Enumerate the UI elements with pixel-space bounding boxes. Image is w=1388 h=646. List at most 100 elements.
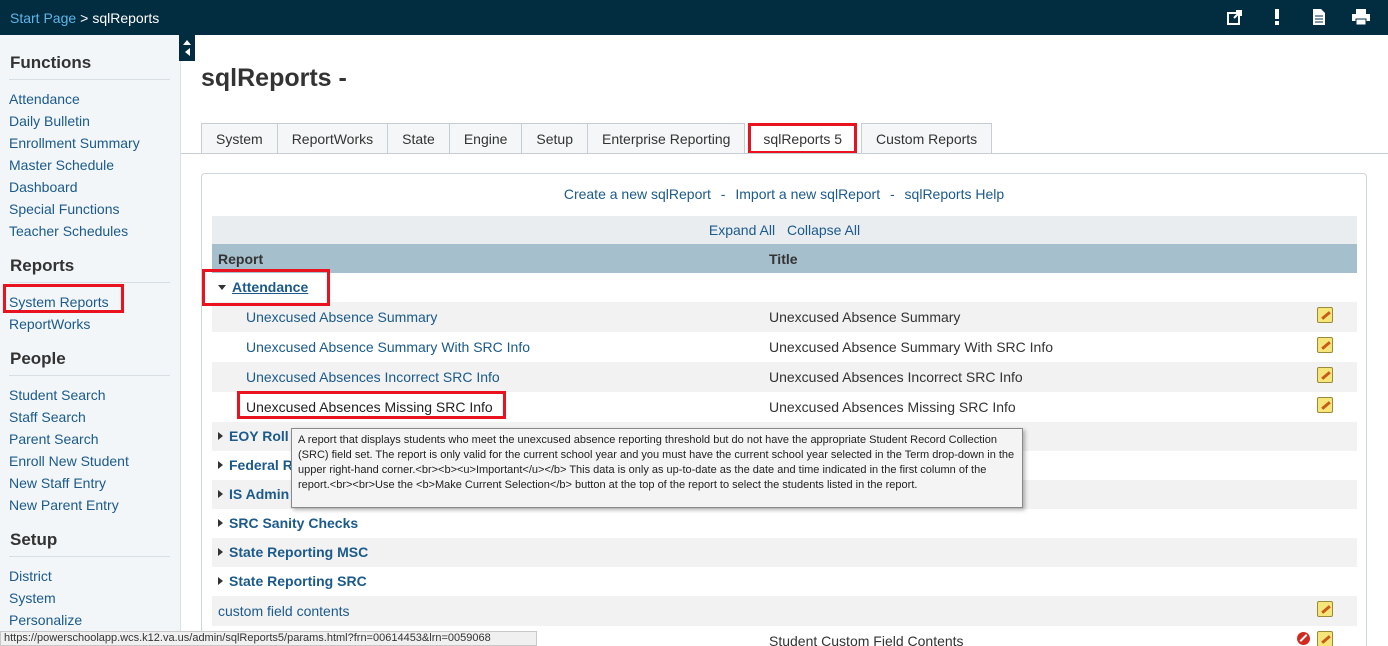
group-row-state-reporting-src[interactable]: State Reporting SRC bbox=[212, 567, 1357, 596]
group-toggle[interactable]: IS Admin bbox=[218, 486, 289, 502]
tab-bar: System ReportWorks State Engine Setup En… bbox=[201, 123, 993, 154]
collapsed-arrow-icon bbox=[218, 519, 223, 527]
sidebar-item-system-reports[interactable]: System Reports bbox=[9, 291, 180, 313]
group-label: IS Admin bbox=[229, 486, 290, 502]
breadcrumb-separator: > bbox=[80, 9, 89, 26]
external-link-icon[interactable] bbox=[1226, 8, 1244, 26]
tab-setup[interactable]: Setup bbox=[521, 123, 589, 154]
group-label: State Reporting SRC bbox=[229, 573, 367, 589]
sidebar-item-enroll-new-student[interactable]: Enroll New Student bbox=[9, 450, 180, 472]
sidebar-item-reportworks[interactable]: ReportWorks bbox=[9, 313, 180, 335]
report-title: Student Custom Field Contents bbox=[769, 633, 964, 646]
create-sqlreport-link[interactable]: Create a new sqlReport bbox=[564, 186, 711, 202]
sidebar-collapse-toggle[interactable] bbox=[179, 35, 195, 61]
report-tooltip: A report that displays students who meet… bbox=[291, 428, 1023, 508]
sidebar-item-special-functions[interactable]: Special Functions bbox=[9, 198, 180, 220]
group-label: SRC Sanity Checks bbox=[229, 515, 359, 531]
sidebar-heading-functions: Functions bbox=[9, 51, 170, 80]
top-bar: Start Page > sqlReports bbox=[0, 0, 1388, 35]
report-link[interactable]: custom field contents bbox=[218, 603, 350, 619]
collapse-left-icon bbox=[184, 48, 190, 57]
group-toggle[interactable]: EOY Roll bbox=[218, 428, 289, 444]
expand-collapse-bar: Expand All Collapse All bbox=[212, 216, 1357, 244]
sidebar-item-teacher-schedules[interactable]: Teacher Schedules bbox=[9, 220, 180, 242]
tab-reportworks[interactable]: ReportWorks bbox=[276, 123, 389, 154]
expanded-arrow-icon bbox=[218, 284, 226, 290]
tab-custom-reports[interactable]: Custom Reports bbox=[861, 123, 993, 154]
report-title: Unexcused Absence Summary With SRC Info bbox=[769, 339, 1054, 355]
tab-state[interactable]: State bbox=[387, 123, 450, 154]
edit-icon[interactable] bbox=[1317, 337, 1333, 353]
edit-icon[interactable] bbox=[1317, 397, 1333, 413]
sidebar-item-dashboard[interactable]: Dashboard bbox=[9, 176, 180, 198]
collapse-all-link[interactable]: Collapse All bbox=[787, 222, 860, 238]
sidebar-people: People Student Search Staff Search Paren… bbox=[9, 347, 180, 516]
top-icons bbox=[1226, 8, 1370, 26]
sidebar-item-daily-bulletin[interactable]: Daily Bulletin bbox=[9, 110, 180, 132]
tab-divider bbox=[181, 153, 1388, 154]
collapsed-arrow-icon bbox=[218, 490, 223, 498]
report-title: Unexcused Absences Missing SRC Info bbox=[769, 399, 1016, 415]
group-toggle[interactable]: State Reporting SRC bbox=[218, 573, 367, 589]
sqlreports-help-link[interactable]: sqlReports Help bbox=[905, 186, 1005, 202]
report-link[interactable]: Unexcused Absences Incorrect SRC Info bbox=[246, 369, 500, 385]
status-bar-url: https://powerschoolapp.wcs.k12.va.us/adm… bbox=[0, 631, 537, 646]
sidebar-item-attendance[interactable]: Attendance bbox=[9, 88, 180, 110]
group-toggle-attendance[interactable]: Attendance bbox=[218, 279, 308, 295]
report-link[interactable]: Unexcused Absence Summary With SRC Info bbox=[246, 339, 530, 355]
report-link[interactable]: Unexcused Absences Missing SRC Info bbox=[246, 399, 493, 415]
sidebar-functions: Functions Attendance Daily Bulletin Enro… bbox=[9, 51, 180, 242]
edit-icon[interactable] bbox=[1317, 367, 1333, 383]
group-row-src-sanity-checks[interactable]: SRC Sanity Checks bbox=[212, 509, 1357, 538]
sidebar-setup: Setup District System Personalize bbox=[9, 528, 180, 631]
sidebar-item-parent-search[interactable]: Parent Search bbox=[9, 428, 180, 450]
table-row: Unexcused Absence Summary Unexcused Abse… bbox=[212, 302, 1357, 332]
document-icon[interactable] bbox=[1310, 8, 1328, 26]
column-header-report: Report bbox=[218, 251, 264, 267]
print-icon[interactable] bbox=[1352, 8, 1370, 26]
group-toggle[interactable]: State Reporting MSC bbox=[218, 544, 368, 560]
link-separator: - bbox=[720, 186, 726, 202]
report-link[interactable]: Unexcused Absence Summary bbox=[246, 309, 437, 325]
breadcrumb-start-page[interactable]: Start Page bbox=[10, 10, 76, 26]
group-toggle[interactable]: Federal R bbox=[218, 457, 293, 473]
edit-icon[interactable] bbox=[1317, 601, 1333, 617]
collapsed-arrow-icon bbox=[218, 432, 223, 440]
tab-system[interactable]: System bbox=[201, 123, 278, 154]
table-header: Report Title bbox=[212, 244, 1357, 273]
sidebar-item-new-staff-entry[interactable]: New Staff Entry bbox=[9, 472, 180, 494]
edit-icon[interactable] bbox=[1317, 307, 1333, 323]
sidebar: Functions Attendance Daily Bulletin Enro… bbox=[0, 35, 181, 646]
sidebar-heading-people: People bbox=[9, 347, 170, 376]
tab-engine[interactable]: Engine bbox=[448, 123, 523, 154]
group-toggle[interactable]: SRC Sanity Checks bbox=[218, 515, 358, 531]
sidebar-item-system[interactable]: System bbox=[9, 587, 180, 609]
collapsed-arrow-icon bbox=[218, 577, 223, 585]
sidebar-item-new-parent-entry[interactable]: New Parent Entry bbox=[9, 494, 180, 516]
report-title: Unexcused Absence Summary bbox=[769, 309, 961, 325]
tab-sqlreports-5[interactable]: sqlReports 5 bbox=[748, 123, 858, 154]
table-row: custom field contents bbox=[212, 596, 1357, 626]
collapsed-arrow-icon bbox=[218, 548, 223, 556]
sidebar-item-master-schedule[interactable]: Master Schedule bbox=[9, 154, 180, 176]
tab-enterprise-reporting[interactable]: Enterprise Reporting bbox=[587, 123, 746, 154]
sidebar-item-enrollment-summary[interactable]: Enrollment Summary bbox=[9, 132, 180, 154]
link-separator: - bbox=[889, 186, 895, 202]
reports-panel: Create a new sqlReport - Import a new sq… bbox=[201, 173, 1367, 646]
sidebar-item-student-search[interactable]: Student Search bbox=[9, 384, 180, 406]
group-row-attendance[interactable]: Attendance bbox=[212, 273, 1357, 302]
sidebar-heading-reports: Reports bbox=[9, 254, 170, 283]
sidebar-reports: Reports System Reports ReportWorks bbox=[9, 254, 180, 335]
expand-all-link[interactable]: Expand All bbox=[709, 222, 775, 238]
delete-icon[interactable] bbox=[1297, 632, 1310, 645]
import-sqlreport-link[interactable]: Import a new sqlReport bbox=[735, 186, 880, 202]
table-row: Unexcused Absences Incorrect SRC Info Un… bbox=[212, 362, 1357, 392]
group-row-state-reporting-msc[interactable]: State Reporting MSC bbox=[212, 538, 1357, 567]
sidebar-item-district[interactable]: District bbox=[9, 565, 180, 587]
sidebar-item-staff-search[interactable]: Staff Search bbox=[9, 406, 180, 428]
sidebar-item-personalize[interactable]: Personalize bbox=[9, 609, 180, 631]
table-row: Unexcused Absences Missing SRC Info Unex… bbox=[212, 392, 1357, 422]
alert-icon[interactable] bbox=[1268, 8, 1286, 26]
table-row: Unexcused Absence Summary With SRC Info … bbox=[212, 332, 1357, 362]
edit-icon[interactable] bbox=[1317, 631, 1333, 646]
